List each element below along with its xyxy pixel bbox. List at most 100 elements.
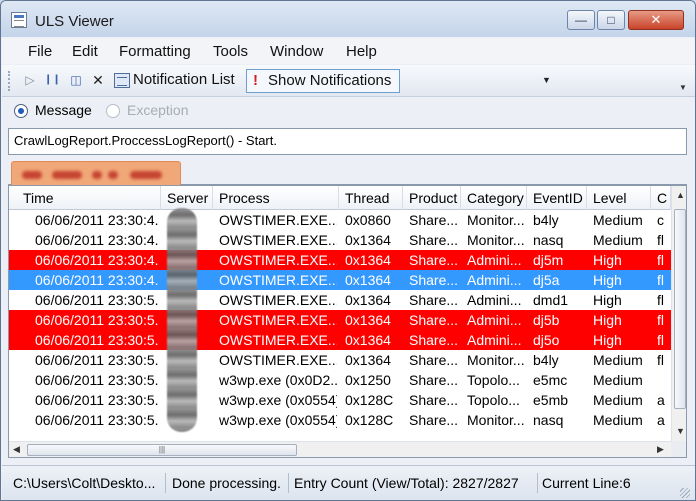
pause-icon[interactable]: ❙❙ <box>44 72 61 88</box>
exception-radio[interactable] <box>106 104 120 118</box>
cell-category: Admini... <box>467 252 522 268</box>
table-row[interactable]: 06/06/2011 23:30:4... OWSTIMER.EXE... 0x13… <box>9 270 671 290</box>
cell-level: Medium <box>593 372 643 388</box>
cell-thread: 0x1364 <box>345 332 391 348</box>
table-row[interactable]: 06/06/2011 23:30:5... OWSTIMER.EXE... 0x13… <box>9 330 671 350</box>
horizontal-scrollbar[interactable]: ◀ ||| ▶ <box>9 441 671 457</box>
resize-grip[interactable] <box>680 488 690 498</box>
vertical-scroll-thumb[interactable] <box>674 209 686 409</box>
toolbar-overflow-icon[interactable]: ▼ <box>679 83 687 92</box>
toolbar-grip[interactable] <box>8 71 11 91</box>
chevron-down-icon[interactable]: ▼ <box>542 75 551 85</box>
cell-process: OWSTIMER.EXE... <box>219 312 337 328</box>
cell-extra: fl <box>657 312 664 328</box>
status-file-path: C:\Users\Colt\Deskto... <box>13 475 156 491</box>
scroll-up-icon[interactable]: ▲ <box>676 190 685 200</box>
cell-eventid: b4ly <box>533 212 559 228</box>
table-row[interactable]: 06/06/2011 23:30:5... w3wp.exe (0x0554) 0x… <box>9 390 671 410</box>
uls-viewer-window: ULS Viewer — □ ✕ File Edit Formatting To… <box>0 0 696 501</box>
cell-process: w3wp.exe (0x0554) <box>219 392 337 408</box>
minimize-button[interactable]: — <box>567 10 595 30</box>
cell-process: OWSTIMER.EXE... <box>219 212 337 228</box>
title-bar[interactable]: ULS Viewer — □ ✕ <box>1 1 695 37</box>
cell-product: Share... <box>409 392 459 408</box>
scroll-down-icon[interactable]: ▼ <box>676 426 685 436</box>
cell-level: Medium <box>593 392 643 408</box>
table-row[interactable]: 06/06/2011 23:30:4... OWSTIMER.EXE... 0x08… <box>9 210 671 230</box>
notification-list-icon <box>114 73 130 88</box>
cell-thread: 0x1364 <box>345 292 391 308</box>
cell-time: 06/06/2011 23:30:4... <box>35 272 159 288</box>
table-row[interactable]: 06/06/2011 23:30:5... OWSTIMER.EXE... 0x13… <box>9 350 671 370</box>
close-window-button[interactable]: ✕ <box>628 10 684 30</box>
menu-file[interactable]: File <box>28 43 52 60</box>
redacted-mark <box>108 171 118 179</box>
menu-window[interactable]: Window <box>270 43 323 60</box>
cell-product: Share... <box>409 252 459 268</box>
server-tab[interactable] <box>11 161 181 185</box>
horizontal-scroll-thumb[interactable]: ||| <box>27 444 297 456</box>
cell-category: Topolo... <box>467 392 520 408</box>
cell-eventid: e5mc <box>533 372 568 388</box>
close-icon[interactable]: ✕ <box>90 72 106 88</box>
col-header-thread[interactable]: Thread <box>339 186 403 210</box>
table-row[interactable]: 06/06/2011 23:30:4... OWSTIMER.EXE... 0x13… <box>9 250 671 270</box>
notification-list-button[interactable]: Notification List <box>133 69 235 93</box>
col-header-c[interactable]: C <box>651 186 671 210</box>
table-row[interactable]: 06/06/2011 23:30:5... OWSTIMER.EXE... 0x13… <box>9 290 671 310</box>
cell-category: Admini... <box>467 312 522 328</box>
cell-product: Share... <box>409 352 459 368</box>
cell-time: 06/06/2011 23:30:5... <box>35 332 159 348</box>
cell-level: High <box>593 312 622 328</box>
exception-radio-label[interactable]: Exception <box>127 102 188 118</box>
status-separator <box>537 473 538 493</box>
menu-formatting[interactable]: Formatting <box>119 43 191 60</box>
col-header-category[interactable]: Category <box>461 186 527 210</box>
cell-eventid: nasq <box>533 232 564 248</box>
menu-edit[interactable]: Edit <box>72 43 98 60</box>
col-header-time[interactable]: Time <box>17 186 161 210</box>
cell-eventid: dj5a <box>533 272 560 288</box>
message-radio-label[interactable]: Message <box>35 102 92 118</box>
scroll-right-icon[interactable]: ▶ <box>657 444 664 455</box>
show-notifications-button[interactable]: ! Show Notifications <box>246 69 400 93</box>
log-grid[interactable]: Time Server Process Thread Product Categ… <box>8 185 687 458</box>
cell-process: OWSTIMER.EXE... <box>219 272 337 288</box>
message-textbox[interactable]: CrawlLogReport.ProccessLogReport() - Sta… <box>8 128 687 155</box>
cell-category: Admini... <box>467 292 522 308</box>
cell-eventid: nasq <box>533 412 564 428</box>
cell-time: 06/06/2011 23:30:5... <box>35 412 159 428</box>
cell-extra: fl <box>657 292 664 308</box>
menu-tools[interactable]: Tools <box>213 43 248 60</box>
table-row[interactable]: 06/06/2011 23:30:5... w3wp.exe (0x0554) 0x… <box>9 410 671 430</box>
toolbar: ▷ ❙❙ ◫ ✕ Notification List ! Show Notifi… <box>2 65 695 97</box>
col-header-server[interactable]: Server <box>161 186 213 210</box>
cell-thread: 0x1364 <box>345 252 391 268</box>
col-header-eventid[interactable]: EventID <box>527 186 587 210</box>
table-row[interactable]: 06/06/2011 23:30:5... w3wp.exe (0x0D2... 0… <box>9 370 671 390</box>
redacted-server-column <box>167 208 197 432</box>
message-radio[interactable] <box>14 104 28 118</box>
redacted-mark <box>92 171 102 179</box>
cell-level: High <box>593 272 622 288</box>
col-header-process[interactable]: Process <box>213 186 339 210</box>
cell-thread: 0x0860 <box>345 212 391 228</box>
col-header-product[interactable]: Product <box>403 186 461 210</box>
maximize-button[interactable]: □ <box>597 10 625 30</box>
cell-thread: 0x128C <box>345 392 394 408</box>
vertical-scrollbar[interactable]: ▲ ▼ <box>671 186 686 441</box>
redacted-mark <box>130 171 162 179</box>
col-header-level[interactable]: Level <box>587 186 651 210</box>
clear-filter-icon[interactable]: ◫ <box>68 72 84 88</box>
status-state: Done processing. <box>172 475 281 491</box>
menu-help[interactable]: Help <box>346 43 377 60</box>
table-row[interactable]: 06/06/2011 23:30:4... OWSTIMER.EXE... 0x13… <box>9 230 671 250</box>
cell-category: Monitor... <box>467 232 525 248</box>
play-icon[interactable]: ▷ <box>22 72 38 88</box>
cell-product: Share... <box>409 292 459 308</box>
cell-time: 06/06/2011 23:30:5... <box>35 392 159 408</box>
cell-level: Medium <box>593 232 643 248</box>
cell-level: Medium <box>593 352 643 368</box>
scroll-left-icon[interactable]: ◀ <box>13 444 20 455</box>
table-row[interactable]: 06/06/2011 23:30:5... OWSTIMER.EXE... 0x13… <box>9 310 671 330</box>
